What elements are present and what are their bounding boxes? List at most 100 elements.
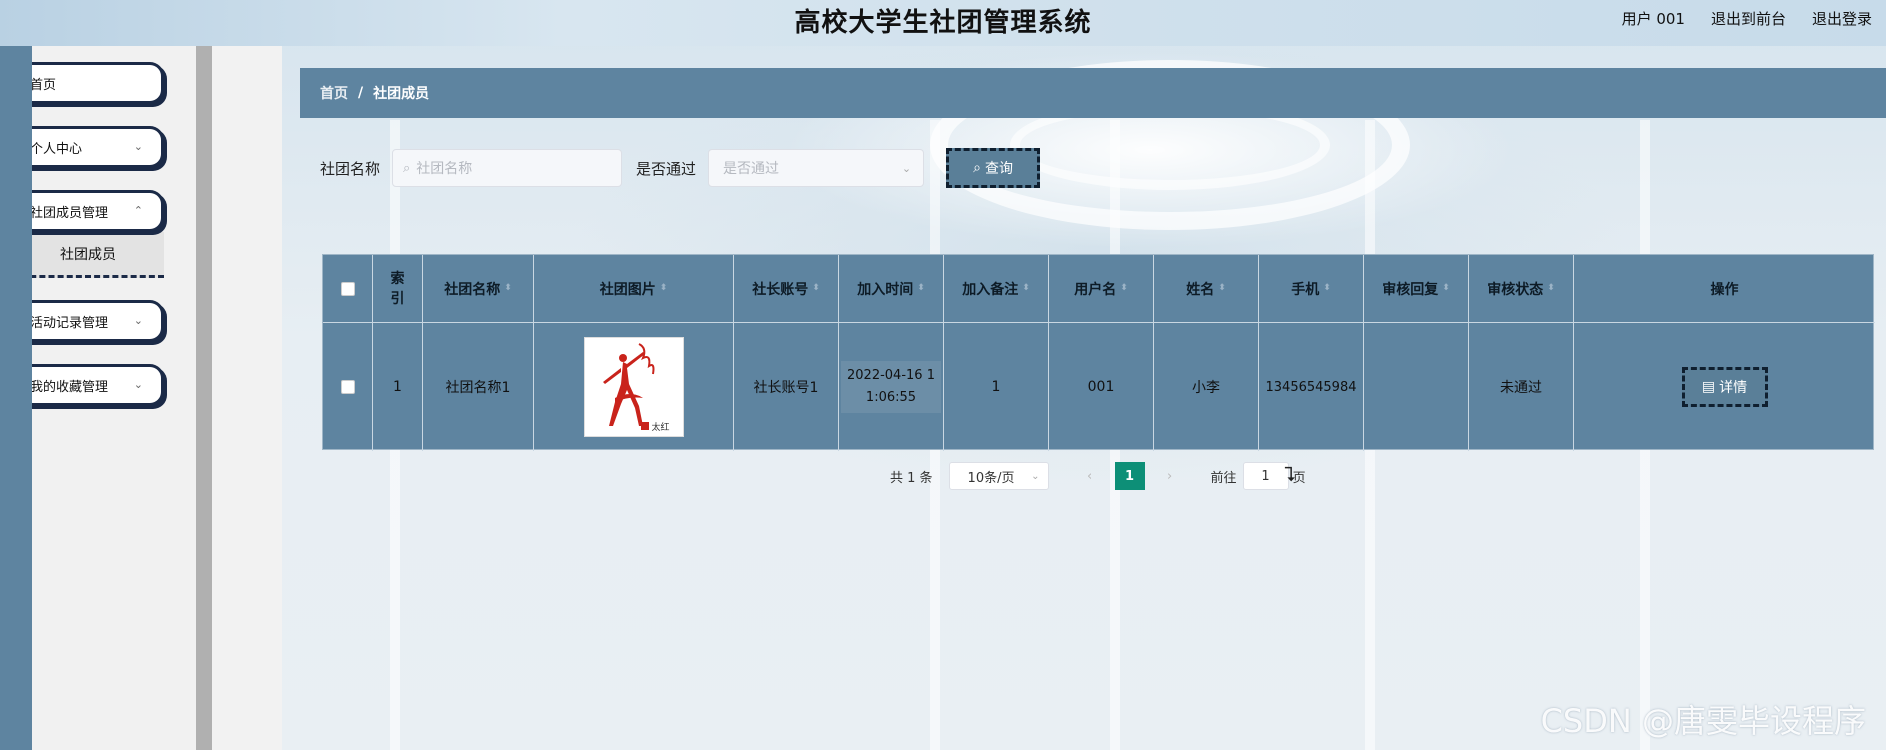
page-size-value: 10条/页 bbox=[967, 470, 1015, 486]
back-to-front-link[interactable]: 退出到前台 bbox=[1711, 8, 1786, 29]
column-header-label: 加入备注 bbox=[962, 281, 1019, 298]
sort-icon[interactable]: ⬍ bbox=[1547, 284, 1555, 293]
sidebar-item-label: 我的收藏管理 bbox=[30, 379, 109, 395]
cell-name: 小李 bbox=[1154, 323, 1259, 451]
sidebar-item-home[interactable]: 首页 bbox=[12, 62, 164, 104]
table-row: 1 社团名称1 太红 社长账号1 2022-04-16 1 1:06:55 1 … bbox=[323, 323, 1875, 451]
sort-icon[interactable]: ⬍ bbox=[1442, 284, 1450, 293]
column-header-label: 用户名 bbox=[1074, 281, 1117, 298]
sort-icon[interactable]: ⬍ bbox=[812, 284, 820, 293]
join-time-line2: 1:06:55 bbox=[865, 390, 917, 405]
sort-icon[interactable]: ⬍ bbox=[1323, 284, 1331, 293]
club-name-placeholder: 社团名称 bbox=[416, 161, 473, 177]
page-size-select[interactable]: 10条/页 ⌄ bbox=[948, 462, 1049, 490]
sidebar-subitem-members[interactable]: 社团成员 bbox=[12, 232, 164, 278]
chevron-down-icon: ⌄ bbox=[1031, 470, 1040, 482]
row-select-cell bbox=[323, 323, 373, 451]
approval-status-select[interactable]: 是否通过 ⌄ bbox=[708, 149, 925, 187]
logout-link[interactable]: 退出登录 bbox=[1812, 8, 1872, 29]
chevron-down-icon: ⌄ bbox=[133, 314, 143, 327]
sort-icon[interactable]: ⬍ bbox=[917, 284, 925, 293]
breadcrumb-home[interactable]: 首页 bbox=[320, 83, 348, 103]
sidebar-item-label: 首页 bbox=[30, 77, 57, 93]
column-header-name[interactable]: 姓名 ⬍ bbox=[1154, 255, 1259, 322]
column-header-review-status[interactable]: 审核状态 ⬍ bbox=[1469, 255, 1574, 322]
club-name-label: 社团名称 bbox=[320, 159, 381, 178]
cell-leader-account: 社长账号1 bbox=[734, 323, 839, 451]
column-header-leader-account[interactable]: 社长账号 ⬍ bbox=[734, 255, 839, 322]
join-time-block: 2022-04-16 1 1:06:55 bbox=[841, 361, 941, 413]
cell-review-status: 未通过 bbox=[1469, 323, 1574, 451]
query-button-label: 查询 bbox=[984, 161, 1013, 177]
user-label: 用户 001 bbox=[1621, 10, 1685, 28]
breadcrumb-current: 社团成员 bbox=[373, 86, 430, 102]
column-header-phone[interactable]: 手机 ⬍ bbox=[1259, 255, 1364, 322]
column-header-review-reply[interactable]: 审核回复 ⬍ bbox=[1364, 255, 1469, 322]
sidebar-item-member-management[interactable]: 社团成员管理 ⌃ bbox=[12, 190, 164, 232]
search-icon: ⌕ bbox=[973, 160, 981, 176]
cell-club-name: 社团名称1 bbox=[423, 323, 534, 451]
top-links: 用户 001 退出到前台 退出登录 bbox=[1622, 8, 1872, 29]
goto-page-input[interactable]: 1 bbox=[1242, 462, 1289, 490]
mouse-cursor-icon: ⮧ bbox=[1284, 462, 1296, 486]
next-page-button[interactable]: › bbox=[1155, 469, 1185, 484]
cell-join-note: 1 bbox=[944, 323, 1049, 451]
cell-index: 1 bbox=[373, 323, 423, 451]
approval-status-placeholder: 是否通过 bbox=[723, 161, 780, 177]
breadcrumb: 首页 / 社团成员 bbox=[300, 68, 1886, 118]
content-gutter bbox=[212, 46, 282, 750]
column-header-label: 索引 bbox=[390, 270, 405, 307]
column-header-label: 操作 bbox=[1710, 281, 1739, 298]
app-title: 高校大学生社团管理系统 bbox=[794, 8, 1092, 38]
members-table: 索引 社团名称 ⬍ 社团图片 ⬍ 社长账号 ⬍ 加入时间 ⬍ 加入备注 ⬍ 用户名 ⬍ 姓名… bbox=[322, 254, 1875, 451]
column-header-join-note[interactable]: 加入备注 ⬍ bbox=[944, 255, 1049, 322]
cell-username: 001 bbox=[1049, 323, 1154, 451]
cell-phone: 13456545984 bbox=[1259, 323, 1364, 451]
cell-review-reply bbox=[1364, 323, 1469, 451]
column-header-club-image[interactable]: 社团图片 ⬍ bbox=[534, 255, 734, 322]
sort-icon[interactable]: ⬍ bbox=[1218, 284, 1226, 293]
club-name-input[interactable]: ⌕ 社团名称 bbox=[392, 149, 623, 187]
column-header-join-time[interactable]: 加入时间 ⬍ bbox=[839, 255, 944, 322]
chevron-down-icon: ⌄ bbox=[133, 140, 143, 153]
pagination-total: 共 1 条 bbox=[890, 470, 933, 486]
sort-icon[interactable]: ⬍ bbox=[504, 284, 512, 293]
header-select-all bbox=[323, 255, 373, 322]
row-checkbox[interactable] bbox=[340, 380, 355, 394]
sort-icon[interactable]: ⬍ bbox=[1022, 284, 1030, 293]
column-header-club-name[interactable]: 社团名称 ⬍ bbox=[423, 255, 534, 322]
column-header-username[interactable]: 用户名 ⬍ bbox=[1049, 255, 1154, 322]
cell-action: ▤ 详情 bbox=[1574, 323, 1875, 451]
page-number-button[interactable]: 1 bbox=[1114, 462, 1145, 490]
sort-icon[interactable]: ⬍ bbox=[660, 284, 668, 293]
join-time-line1: 2022-04-16 1 bbox=[847, 368, 935, 383]
chevron-down-icon: ⌄ bbox=[133, 378, 143, 391]
sidebar-item-activity-management[interactable]: 活动记录管理 ⌄ bbox=[12, 300, 164, 342]
watermark: CSDN @唐雯毕设程序 bbox=[1540, 702, 1866, 740]
sidebar-divider bbox=[196, 46, 212, 750]
goto-label: 前往 bbox=[1210, 470, 1237, 486]
query-button[interactable]: ⌕ 查询 bbox=[946, 148, 1041, 188]
sidebar-menu: 首页 个人中心 ⌄ 社团成员管理 ⌃ 社团成员 活动记录管理 ⌄ 我的收藏管理 … bbox=[12, 62, 164, 428]
column-header-label: 审核状态 bbox=[1487, 281, 1544, 298]
breadcrumb-separator: / bbox=[358, 85, 364, 101]
column-header-label: 手机 bbox=[1291, 281, 1320, 298]
approval-status-label: 是否通过 bbox=[636, 159, 697, 178]
column-header-label: 加入时间 bbox=[857, 281, 914, 298]
sidebar-item-label: 个人中心 bbox=[30, 141, 83, 157]
column-header-label: 社长账号 bbox=[752, 281, 809, 298]
sidebar-item-profile[interactable]: 个人中心 ⌄ bbox=[12, 126, 164, 168]
column-header-label: 社团图片 bbox=[599, 281, 656, 298]
detail-button[interactable]: ▤ 详情 bbox=[1681, 367, 1768, 407]
pagination: 共 1 条 10条/页 ⌄ ‹ 1 › 前往 1 页 bbox=[890, 462, 1306, 490]
chevron-up-icon: ⌃ bbox=[133, 204, 143, 217]
sort-icon[interactable]: ⬍ bbox=[1120, 284, 1128, 293]
column-header-action: 操作 bbox=[1574, 255, 1875, 322]
prev-page-button[interactable]: ‹ bbox=[1075, 469, 1105, 484]
club-image-thumbnail[interactable]: 太红 bbox=[583, 337, 684, 437]
column-header-label: 社团名称 bbox=[444, 281, 501, 298]
detail-button-label: 详情 bbox=[1719, 380, 1748, 396]
select-all-checkbox[interactable] bbox=[340, 281, 355, 296]
sidebar-item-favorites-management[interactable]: 我的收藏管理 ⌄ bbox=[12, 364, 164, 406]
column-header-label: 姓名 bbox=[1186, 281, 1215, 298]
